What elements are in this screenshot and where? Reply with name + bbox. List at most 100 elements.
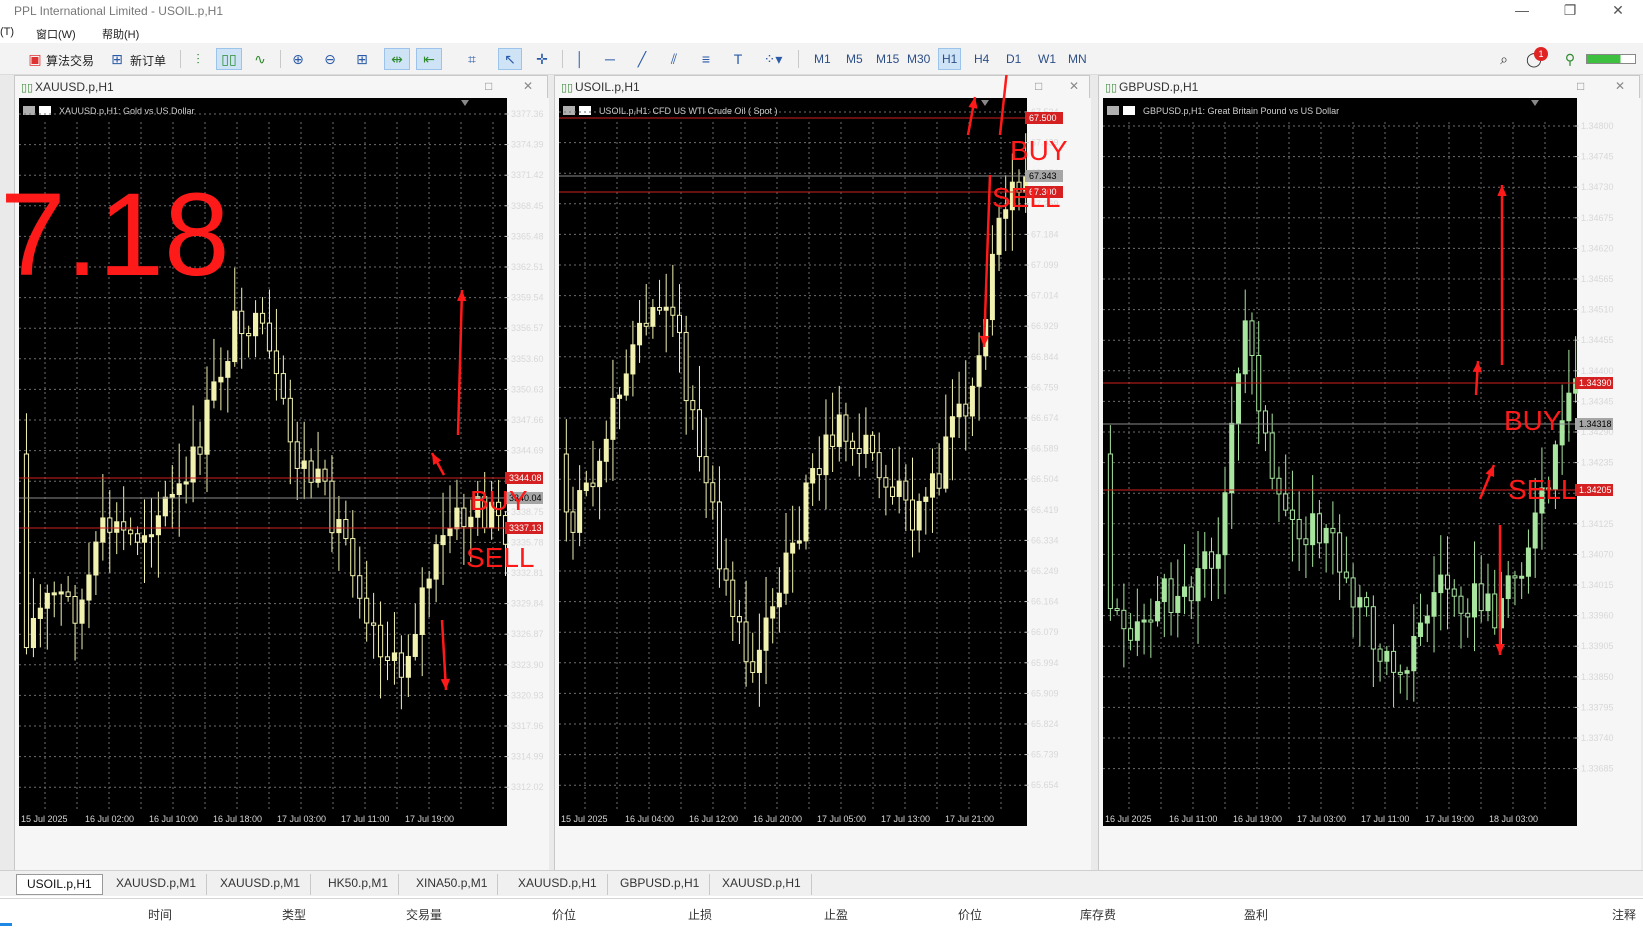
column-header-type[interactable]: 类型 [282, 906, 306, 923]
timeframe-mn[interactable]: MN [1068, 52, 1087, 66]
candle-body [134, 533, 141, 543]
symbol-tab[interactable]: HK50.p,M1 [318, 874, 400, 895]
timeframe-m5[interactable]: M5 [846, 52, 863, 66]
gbpusd-chart-canvas[interactable]: GBPUSD.p,H1: Great Britain Pound vs US D… [1099, 98, 1641, 873]
column-header-swap[interactable]: 库存费 [1080, 906, 1116, 923]
chart-plot-background [1103, 98, 1577, 826]
symbol-tab[interactable]: XAUUSD.p,H1 [508, 874, 608, 895]
column-header-volume[interactable]: 交易量 [406, 906, 442, 923]
candlestick-chart-icon[interactable]: ▯▯ [216, 48, 242, 70]
tile-windows-icon[interactable]: ⊞ [350, 48, 374, 70]
maximize-button[interactable]: ❐ [1558, 2, 1582, 19]
symbol-tab[interactable]: GBPUSD.p,H1 [610, 874, 711, 895]
candle-body [963, 403, 969, 417]
candle-body [677, 314, 682, 333]
search-icon[interactable]: ⌕ [1494, 48, 1514, 70]
shapes-dropdown-icon[interactable]: ⁘▾ [758, 48, 788, 70]
chart-shift-icon[interactable]: ⇤ [416, 48, 442, 70]
zoom-out-icon[interactable]: ⊖ [318, 48, 342, 70]
toolbar: ▣ 算法交易 ⊞ 新订单 ⫶ ▯▯ ∿ ⊕ ⊖ ⊞ ⇹ ⇤ ⌗ ↖ ✛ │ ─ … [0, 43, 1643, 75]
timeframe-d1[interactable]: D1 [1006, 52, 1021, 66]
price-axis-label: 1.33685 [1581, 764, 1614, 774]
column-header-profit[interactable]: 盈利 [1244, 906, 1268, 923]
text-tool-icon[interactable]: T [726, 48, 750, 70]
candle-body [929, 473, 935, 498]
chart-window-usoil[interactable]: ▯▯ USOIL.p,H1 □ ✕ USOIL.p,H1: CFD US WTI… [554, 75, 1091, 873]
candle-body [1242, 320, 1248, 375]
chart-window-xauusd[interactable]: ▯▯ XAUUSD.p,H1 □ ✕ XAUUSD.p,H1: Gold vs … [14, 75, 549, 873]
menu-window[interactable]: 窗口(W) [36, 26, 76, 42]
chart-window-gbpusd[interactable]: ▯▯ GBPUSD.p,H1 □ ✕ GBPUSD.p,H1: Great Br… [1098, 75, 1641, 873]
xauusd-chart-canvas[interactable]: XAUUSD.p,H1: Gold vs US Dollar 3377.36337… [15, 98, 549, 873]
candle-body [280, 373, 286, 399]
candle-body [1303, 538, 1309, 546]
timeframe-w1[interactable]: W1 [1038, 52, 1056, 66]
symbol-tab[interactable]: USOIL.p,H1 [16, 874, 103, 895]
column-header-take-profit[interactable]: 止盈 [824, 906, 848, 923]
candle-body [969, 385, 975, 417]
timeframe-h4[interactable]: H4 [974, 52, 989, 66]
column-header-price[interactable]: 价位 [552, 906, 576, 923]
price-axis-label: 1.34400 [1581, 366, 1614, 376]
price-axis-label: 66.929 [1031, 321, 1059, 331]
line-chart-icon[interactable]: ∿ [248, 48, 272, 70]
candle-body [37, 607, 43, 619]
candle-body [1438, 574, 1444, 594]
time-axis-label: 17 Jul 03:00 [1297, 814, 1346, 824]
candle-body [577, 490, 583, 533]
chart-maximize-button[interactable]: □ [1577, 79, 1584, 93]
price-marker-label: 67.500 [1029, 113, 1057, 123]
auto-scroll-icon[interactable]: ⇹ [384, 48, 410, 70]
chart-close-button[interactable]: ✕ [1069, 79, 1079, 93]
zoom-in-icon[interactable]: ⊕ [286, 48, 310, 70]
candle-body [496, 501, 502, 517]
symbol-tab[interactable]: XINA50.p,M1 [406, 874, 499, 895]
menu-tools[interactable]: (T) [0, 26, 14, 38]
price-axis-label: 1.34235 [1581, 458, 1614, 468]
horizontal-line-icon[interactable]: ─ [598, 48, 622, 70]
close-button[interactable]: ✕ [1606, 2, 1630, 19]
column-header-comment[interactable]: 注释 [1612, 906, 1636, 923]
candle-body [1458, 595, 1464, 614]
new-order-button[interactable]: 新订单 [130, 52, 166, 69]
timeframe-h1[interactable]: H1 [938, 48, 962, 70]
menu-help[interactable]: 帮助(H) [102, 26, 139, 42]
usoil-chart-canvas[interactable]: USOIL.p,H1: CFD US WTI Crude Oil ( Spot … [555, 98, 1091, 873]
timeframe-m30[interactable]: M30 [907, 52, 930, 66]
candle-body [1229, 422, 1235, 494]
price-axis-label: 3377.36 [511, 109, 544, 119]
cursor-icon[interactable]: ↖ [498, 48, 522, 70]
candle-body [1289, 509, 1295, 520]
equidistant-channel-icon[interactable]: ⫽ [662, 48, 686, 70]
candle-body [475, 496, 481, 518]
minimize-button[interactable]: — [1510, 2, 1534, 18]
candle-body [1498, 598, 1504, 629]
algo-trading-icon[interactable]: ▣ [26, 48, 44, 70]
vertical-line-icon[interactable]: │ [568, 48, 592, 70]
crosshair-icon[interactable]: ✛ [530, 48, 554, 70]
fibonacci-icon[interactable]: ≡ [694, 48, 718, 70]
candle-body [162, 496, 168, 517]
symbol-tab[interactable]: XAUUSD.p,M1 [210, 874, 312, 895]
new-order-icon[interactable]: ⊞ [108, 48, 126, 70]
chart-close-button[interactable]: ✕ [523, 79, 533, 93]
timeframe-m15[interactable]: M15 [876, 52, 899, 66]
chart-maximize-button[interactable]: □ [1035, 79, 1042, 93]
column-header-stop-loss[interactable]: 止损 [688, 906, 712, 923]
price-axis-label: 3312.02 [511, 782, 544, 792]
algo-trading-button[interactable]: 算法交易 [46, 52, 94, 69]
column-header-price-2[interactable]: 价位 [958, 906, 982, 923]
screenshot-icon[interactable]: ⌗ [460, 48, 484, 70]
trendline-icon[interactable]: ╱ [630, 48, 654, 70]
column-header-time[interactable]: 时间 [148, 906, 172, 923]
timeframe-m1[interactable]: M1 [814, 52, 831, 66]
chart-window-titlebar: ▯▯ USOIL.p,H1 □ ✕ [555, 76, 1089, 98]
price-marker-label: 1.34205 [1579, 485, 1612, 495]
symbol-tab[interactable]: XAUUSD.p,M1 [106, 874, 208, 895]
chart-maximize-button[interactable]: □ [485, 79, 492, 93]
bar-chart-icon[interactable]: ⫶ [186, 48, 210, 70]
candle-body [58, 591, 64, 595]
symbol-tab[interactable]: XAUUSD.p,H1 [712, 874, 812, 895]
candle-body [128, 529, 134, 535]
chart-close-button[interactable]: ✕ [1615, 79, 1625, 93]
